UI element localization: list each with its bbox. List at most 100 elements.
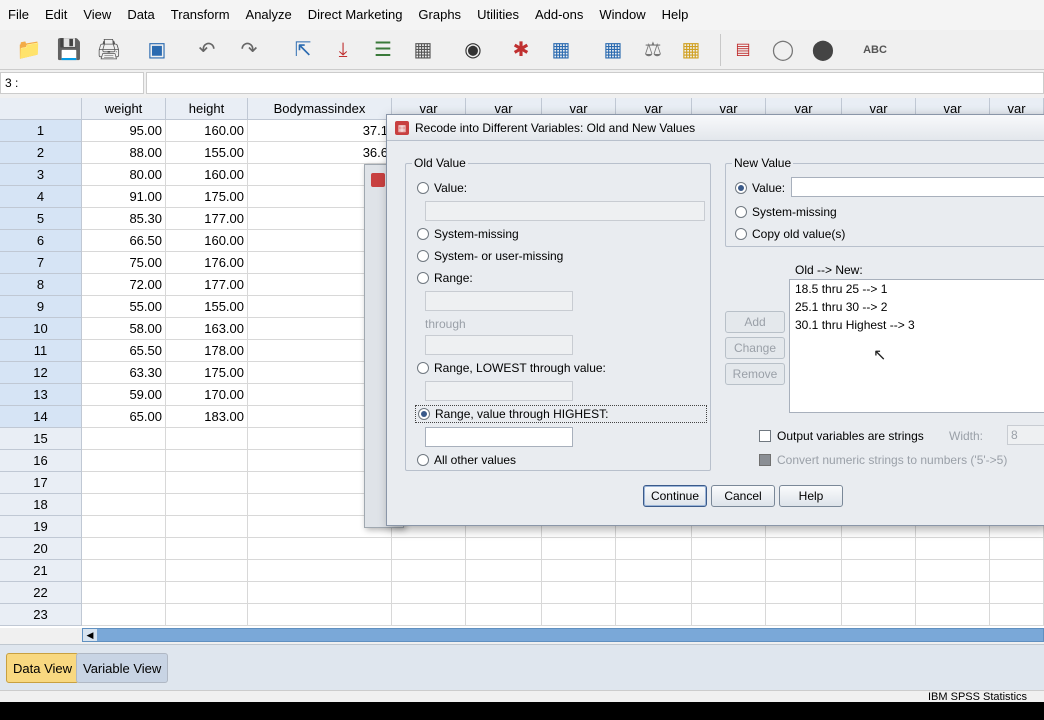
table-cell[interactable]	[542, 560, 616, 582]
table-cell[interactable]: 177.00	[166, 208, 248, 230]
menu-data[interactable]: Data	[123, 0, 166, 30]
row-header[interactable]: 8	[0, 274, 82, 296]
table-cell[interactable]	[82, 604, 166, 626]
menu-view[interactable]: View	[79, 0, 123, 30]
dialog-recall-icon[interactable]: ▣	[142, 34, 172, 66]
table-cell[interactable]	[166, 604, 248, 626]
table-cell[interactable]: 59.00	[82, 384, 166, 406]
new-value-radio[interactable]: Value:	[735, 181, 785, 195]
table-cell[interactable]	[82, 494, 166, 516]
row-header[interactable]: 15	[0, 428, 82, 450]
table-cell[interactable]	[616, 560, 692, 582]
mapping-item[interactable]: 30.1 thru Highest --> 3	[790, 316, 1044, 334]
table-cell[interactable]	[842, 604, 916, 626]
table-cell[interactable]	[166, 538, 248, 560]
row-header[interactable]: 19	[0, 516, 82, 538]
table-cell[interactable]: 55.00	[82, 296, 166, 318]
row-header[interactable]: 22	[0, 582, 82, 604]
table-cell[interactable]	[466, 560, 542, 582]
table-cell[interactable]: 176.00	[166, 252, 248, 274]
table-cell[interactable]: 65.00	[82, 406, 166, 428]
table-cell[interactable]	[392, 560, 466, 582]
menu-window[interactable]: Window	[595, 0, 657, 30]
table-cell[interactable]: 58.00	[82, 318, 166, 340]
row-header[interactable]: 13	[0, 384, 82, 406]
table-cell[interactable]	[766, 560, 842, 582]
goto-case-icon[interactable]: ⇱	[288, 34, 318, 66]
table-cell[interactable]: 170.00	[166, 384, 248, 406]
column-header-bodymassindex[interactable]: Bodymassindex	[248, 98, 392, 120]
table-cell[interactable]	[82, 560, 166, 582]
goto-variable-icon[interactable]: ⤓	[328, 34, 358, 66]
table-cell[interactable]	[166, 516, 248, 538]
table-cell[interactable]	[542, 582, 616, 604]
mapping-item[interactable]: 18.5 thru 25 --> 1	[790, 280, 1044, 298]
table-cell[interactable]	[82, 472, 166, 494]
row-header[interactable]: 3	[0, 164, 82, 186]
copy-old-values-radio[interactable]: Copy old value(s)	[735, 227, 845, 241]
table-cell[interactable]: 37.1	[248, 120, 392, 142]
table-cell[interactable]	[82, 516, 166, 538]
table-cell[interactable]	[916, 560, 990, 582]
range-highest-input[interactable]	[425, 427, 573, 447]
range-from-input[interactable]	[425, 291, 573, 311]
range-to-input[interactable]	[425, 335, 573, 355]
table-cell[interactable]	[542, 604, 616, 626]
row-header[interactable]: 2	[0, 142, 82, 164]
table-cell[interactable]	[990, 560, 1044, 582]
table-cell[interactable]	[990, 604, 1044, 626]
insert-cases-icon[interactable]: ✱	[506, 34, 536, 66]
menu-direct-marketing[interactable]: Direct Marketing	[304, 0, 415, 30]
row-header[interactable]: 18	[0, 494, 82, 516]
table-cell[interactable]	[82, 450, 166, 472]
new-value-input[interactable]	[791, 177, 1044, 197]
table-cell[interactable]	[616, 604, 692, 626]
system-or-user-missing-radio[interactable]: System- or user-missing	[417, 249, 563, 263]
table-cell[interactable]: 155.00	[166, 296, 248, 318]
table-cell[interactable]: 160.00	[166, 230, 248, 252]
row-header[interactable]: 23	[0, 604, 82, 626]
add-button[interactable]: Add	[725, 311, 785, 333]
old-new-list[interactable]: 18.5 thru 25 --> 1 25.1 thru 30 --> 2 30…	[789, 279, 1044, 413]
corner-header[interactable]	[0, 98, 82, 120]
table-cell[interactable]	[692, 560, 766, 582]
open-folder-icon[interactable]: 📁	[14, 34, 44, 66]
menu-help[interactable]: Help	[658, 0, 701, 30]
column-header-weight[interactable]: weight	[82, 98, 166, 120]
table-cell[interactable]	[466, 582, 542, 604]
table-cell[interactable]	[166, 428, 248, 450]
old-value-input[interactable]	[425, 201, 705, 221]
row-header[interactable]: 21	[0, 560, 82, 582]
row-header[interactable]: 12	[0, 362, 82, 384]
undo-icon[interactable]: ↶	[192, 34, 222, 66]
table-cell[interactable]	[990, 538, 1044, 560]
table-cell[interactable]	[990, 582, 1044, 604]
range-radio[interactable]: Range:	[417, 271, 473, 285]
table-cell[interactable]	[166, 582, 248, 604]
table-cell[interactable]: 175.00	[166, 362, 248, 384]
show-all-variables-icon[interactable]: ⬤	[808, 34, 838, 66]
all-other-values-radio[interactable]: All other values	[417, 453, 516, 467]
tab-variable-view[interactable]: Variable View	[76, 653, 169, 683]
menu-add-ons[interactable]: Add-ons	[531, 0, 595, 30]
table-cell[interactable]: 65.50	[82, 340, 166, 362]
use-sets-icon[interactable]: ◯	[768, 34, 798, 66]
split-file-icon[interactable]: ▦	[598, 34, 628, 66]
menu-graphs[interactable]: Graphs	[414, 0, 473, 30]
table-cell[interactable]: 95.00	[82, 120, 166, 142]
table-cell[interactable]	[616, 582, 692, 604]
row-header[interactable]: 6	[0, 230, 82, 252]
table-cell[interactable]: 80.00	[82, 164, 166, 186]
table-cell[interactable]	[466, 538, 542, 560]
menu-file[interactable]: File	[4, 0, 41, 30]
table-cell[interactable]: 72.00	[82, 274, 166, 296]
cell-value-editor[interactable]	[146, 72, 1044, 94]
old-value-radio[interactable]: Value:	[417, 181, 467, 195]
table-cell[interactable]	[916, 582, 990, 604]
horizontal-scrollbar[interactable]: ◀	[82, 628, 1044, 642]
output-strings-checkbox[interactable]: Output variables are strings	[759, 429, 924, 443]
save-icon[interactable]: 💾	[54, 34, 84, 66]
table-cell[interactable]	[766, 582, 842, 604]
select-cases-icon[interactable]: ▦	[676, 34, 706, 66]
row-header[interactable]: 1	[0, 120, 82, 142]
